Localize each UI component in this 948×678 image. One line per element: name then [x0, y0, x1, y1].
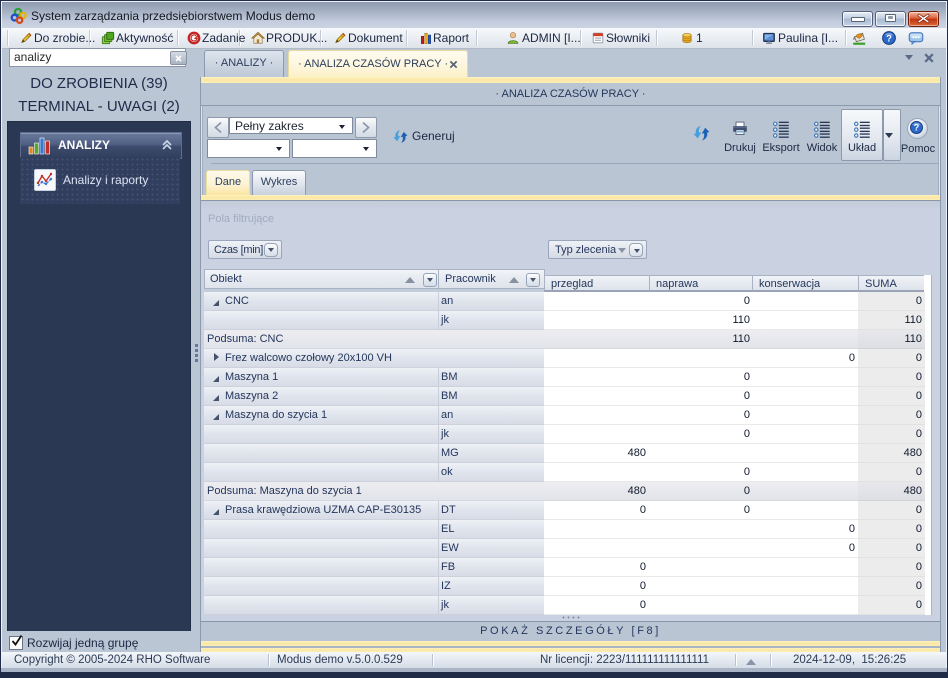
svg-text:?: ?: [914, 123, 919, 133]
svg-text:?: ?: [886, 33, 892, 44]
